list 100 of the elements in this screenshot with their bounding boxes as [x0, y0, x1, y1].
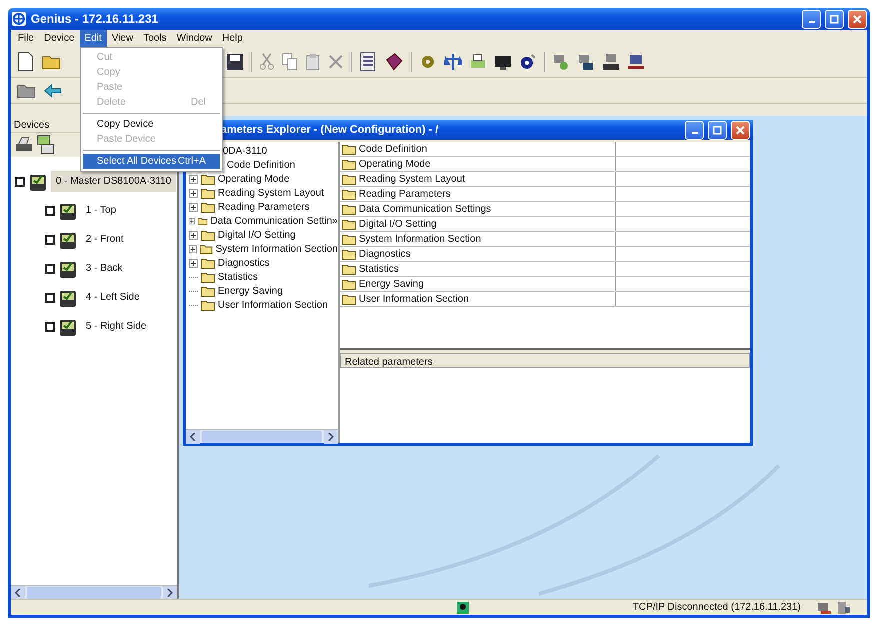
folder-icon [200, 244, 213, 254]
horizontal-scrollbar[interactable] [186, 429, 338, 443]
menu-item[interactable]: Device [39, 30, 80, 47]
folder-icon [342, 174, 356, 184]
expand-icon[interactable] [189, 258, 198, 268]
back-arrow-icon[interactable] [44, 82, 62, 98]
list-item[interactable]: Operating Mode [359, 156, 431, 172]
tree-item[interactable]: 5 - Right Side [81, 316, 152, 337]
menu-item[interactable]: Help [217, 30, 248, 47]
folder-icon [201, 202, 215, 212]
folder-icon [342, 204, 356, 214]
menu-item[interactable]: Edit [80, 30, 107, 47]
tree-item[interactable]: Reading System Layout [218, 186, 324, 200]
expand-icon[interactable] [189, 174, 198, 184]
network-device-icon[interactable] [577, 52, 595, 72]
printer-icon[interactable] [15, 136, 33, 154]
folder-icon [342, 294, 356, 304]
close-icon [736, 126, 745, 134]
folder-icon [342, 248, 356, 260]
folder-icon [201, 258, 215, 268]
tree-item[interactable]: Statistics [218, 270, 258, 284]
menu-item[interactable]: Copy Device [83, 117, 220, 132]
tree-item[interactable]: Reading Parameters [218, 200, 310, 214]
window-title: Genius - 172.16.11.231 [31, 11, 160, 28]
network-device-icon[interactable] [602, 52, 620, 72]
menu-item[interactable]: View [106, 30, 138, 47]
close-button[interactable] [731, 120, 750, 140]
minimize-button[interactable] [685, 120, 704, 140]
folder-icon [342, 188, 356, 200]
tree-item[interactable]: Digital I/O Setting [218, 228, 296, 242]
tree-item[interactable]: 2 - Front [81, 229, 129, 250]
folder-icon [342, 158, 356, 170]
menu-item[interactable]: File [13, 30, 40, 47]
menu-item[interactable]: Tools [138, 30, 172, 47]
expand-icon[interactable] [189, 188, 198, 198]
device-status-icon [456, 600, 470, 614]
maximize-button[interactable] [825, 10, 844, 28]
tree-item[interactable]: Code Definition [227, 158, 296, 172]
copy-icon[interactable] [282, 53, 298, 71]
menu-item[interactable]: Select All DevicesCtrl+A [83, 154, 220, 169]
horizontal-scrollbar[interactable] [11, 585, 177, 599]
menu-item[interactable]: Window [172, 30, 218, 47]
device-icon[interactable] [37, 135, 55, 155]
minimize-icon [692, 132, 698, 134]
folder-icon [201, 272, 215, 282]
tree-item[interactable]: User Information Section [218, 298, 328, 312]
tree-item[interactable]: 0 - Master DS8100A-3110 [51, 171, 176, 192]
list-item[interactable]: User Information Section [359, 292, 470, 306]
tree-item[interactable]: 0DA-3110 [223, 144, 268, 158]
folder-icon [201, 188, 215, 198]
folder-icon [342, 234, 356, 244]
tree-item[interactable]: Operating Mode [218, 172, 290, 186]
column-header: Related parameters [340, 353, 750, 368]
target-icon[interactable] [519, 52, 537, 72]
folder-icon [201, 286, 215, 296]
tree-item[interactable]: 4 - Left Side [81, 287, 145, 308]
app-icon [11, 11, 27, 27]
tree-item[interactable]: Energy Saving [218, 284, 284, 298]
minimize-button[interactable] [802, 10, 821, 28]
maximize-button[interactable] [708, 120, 727, 140]
tree-item[interactable]: 3 - Back [81, 258, 128, 279]
checkbox[interactable] [45, 234, 55, 244]
tree-item[interactable]: System Information Section [216, 242, 338, 256]
computer-icon [837, 600, 851, 614]
scale-icon[interactable] [444, 52, 462, 72]
list-item[interactable]: Energy Saving [359, 276, 424, 292]
expand-icon[interactable] [189, 202, 198, 212]
expand-icon[interactable] [189, 216, 196, 226]
expand-icon[interactable] [189, 244, 198, 254]
network-device-icon[interactable] [627, 52, 645, 72]
list-item[interactable]: Digital I/O Setting [359, 216, 437, 232]
list-icon[interactable] [359, 52, 377, 72]
save-icon[interactable] [226, 53, 244, 71]
checkbox[interactable] [45, 292, 55, 302]
expand-icon[interactable] [189, 230, 198, 240]
checkbox[interactable] [45, 322, 55, 332]
close-button[interactable] [848, 10, 867, 28]
list-item[interactable]: Statistics [359, 262, 400, 276]
list-item[interactable]: Diagnostics [359, 246, 411, 262]
checkbox[interactable] [15, 176, 25, 186]
folder-icon [342, 264, 356, 274]
connection-status: TCP/IP Disconnected (172.16.11.231) [632, 601, 801, 615]
maximize-icon [830, 14, 839, 24]
close-icon [853, 14, 862, 24]
list-item[interactable]: Reading System Layout [359, 172, 466, 186]
window-title: ameters Explorer - (New Configuration) - / [221, 122, 440, 138]
folder-icon [342, 144, 356, 154]
tree-item[interactable]: 1 - Top [81, 200, 122, 221]
list-item[interactable]: Code Definition [359, 142, 428, 156]
minimize-icon [808, 21, 814, 23]
folder-icon [198, 216, 208, 226]
new-document-icon[interactable] [17, 52, 35, 72]
list-item[interactable]: System Information Section [359, 232, 482, 246]
checkbox[interactable] [45, 264, 55, 274]
network-icon [817, 600, 833, 614]
checkbox[interactable] [45, 206, 55, 216]
tree-item[interactable]: Data Communication Settin» [210, 214, 338, 228]
list-item[interactable]: Data Communication Settings [359, 202, 492, 216]
list-item[interactable]: Reading Parameters [359, 186, 451, 202]
tree-item[interactable]: Diagnostics [218, 256, 270, 270]
